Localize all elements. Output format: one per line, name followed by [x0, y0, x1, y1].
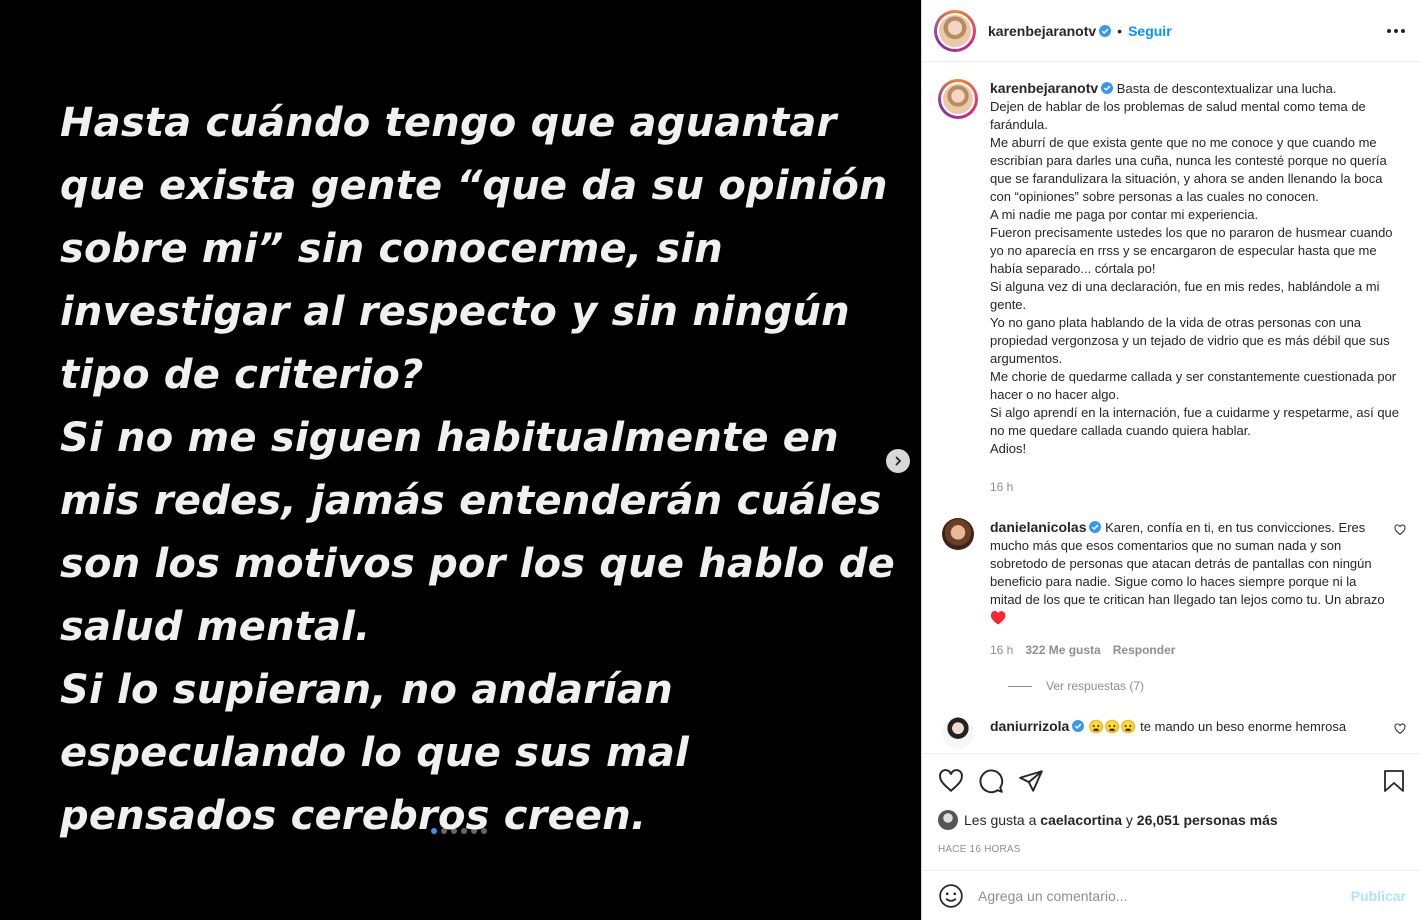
- comments-section[interactable]: karenbejaranotv Basta de descontextualiz…: [922, 63, 1421, 753]
- carousel-dot: [471, 828, 477, 834]
- post-sidebar: karenbejaranotv • Seguir karenbejaranotv…: [921, 0, 1421, 920]
- comment-icon[interactable]: [978, 768, 1004, 794]
- like-icon[interactable]: [938, 768, 964, 794]
- commenter-avatar[interactable]: [942, 518, 974, 550]
- avatar: [937, 12, 973, 49]
- comment-meta: 16 h 322 Me gusta Responder: [990, 641, 1386, 659]
- comment-likes[interactable]: 322 Me gusta: [1025, 641, 1100, 659]
- verified-badge-icon: [1099, 24, 1112, 37]
- comment-text: Karen, confía en ti, en tus convicciones…: [990, 520, 1385, 625]
- reply-button[interactable]: Responder: [1113, 641, 1176, 659]
- media-paragraph: Hasta cuándo tengo que aguantar que exis…: [60, 100, 888, 398]
- media-text: Hasta cuándo tengo que aguantar que exis…: [60, 92, 900, 848]
- caption-line: Me chorie de quedarme callada y ser cons…: [990, 369, 1397, 402]
- likes-connector: y: [1125, 812, 1133, 828]
- caption-line: Basta de descontextualizar una lucha.: [1116, 81, 1337, 96]
- follow-button[interactable]: Seguir: [1128, 23, 1172, 39]
- post-media: Hasta cuándo tengo que aguantar que exis…: [0, 0, 921, 920]
- separator-dot: •: [1117, 22, 1123, 39]
- header-user: karenbejaranotv • Seguir: [988, 23, 1172, 39]
- liker-username[interactable]: caelacortina: [1040, 812, 1122, 828]
- caption-line: Yo no gano plata hablando de la vida de …: [990, 315, 1390, 366]
- liker-avatar[interactable]: [938, 810, 958, 830]
- commenter-avatar[interactable]: [942, 717, 974, 749]
- comment-text: 😦😦😦 te mando un beso enorme hemrosa: [1087, 719, 1347, 734]
- caption-line: A mi nadie me paga por contar mi experie…: [990, 207, 1259, 222]
- comment-body: danielanicolas Karen, confía en ti, en t…: [990, 518, 1386, 659]
- publish-button[interactable]: Publicar: [1351, 888, 1406, 904]
- save-icon[interactable]: [1382, 768, 1406, 794]
- caption-line: Fueron precisamente ustedes los que no p…: [990, 225, 1393, 276]
- media-paragraph: Si no me siguen habitualmente en mis red…: [60, 415, 895, 650]
- view-replies-label: Ver respuestas (7): [1046, 679, 1145, 693]
- comment-like-icon[interactable]: [1394, 723, 1406, 735]
- chevron-right-icon: [895, 456, 902, 466]
- carousel-dot: [441, 828, 447, 834]
- emoji-icon[interactable]: [938, 883, 964, 909]
- likes-summary: Les gusta a caelacortina y 26,051 person…: [938, 810, 1406, 830]
- carousel-indicator: [431, 828, 487, 834]
- story-ring[interactable]: [934, 9, 976, 52]
- carousel-dot: [431, 828, 437, 834]
- verified-badge-icon: [1101, 82, 1114, 94]
- more-icon-dot: [1401, 28, 1405, 33]
- carousel-dot: [481, 828, 487, 834]
- replies-divider: [1008, 685, 1032, 687]
- caption: karenbejaranotv Basta de descontextualiz…: [938, 79, 1406, 496]
- comment-username[interactable]: daniurrizola: [990, 718, 1069, 734]
- story-ring[interactable]: [938, 79, 978, 119]
- verified-badge-icon: [1072, 720, 1085, 732]
- view-replies-button[interactable]: Ver respuestas (7): [1008, 679, 1406, 693]
- more-icon-dot: [1394, 28, 1398, 33]
- comment: danielanicolas Karen, confía en ti, en t…: [938, 518, 1406, 659]
- comment-body: daniurrizola 😦😦😦 te mando un beso enorme…: [990, 717, 1386, 736]
- avatar: [941, 82, 975, 116]
- verified-badge-icon: [1089, 521, 1102, 533]
- author-username[interactable]: karenbejaranotv: [988, 23, 1096, 39]
- comment-username[interactable]: danielanicolas: [990, 519, 1086, 535]
- post-actions: Les gusta a caelacortina y 26,051 person…: [922, 753, 1421, 855]
- carousel-dot: [451, 828, 457, 834]
- post-timestamp[interactable]: HACE 16 HORAS: [938, 844, 1406, 855]
- caption-line: Si alguna vez di una declaración, fue en…: [990, 279, 1380, 312]
- post-header: karenbejaranotv • Seguir: [922, 0, 1421, 62]
- carousel-next-button[interactable]: [886, 449, 910, 473]
- comment-time[interactable]: 16 h: [990, 641, 1013, 659]
- carousel-dot: [461, 828, 467, 834]
- action-icons: [938, 754, 1406, 808]
- comment-like-icon[interactable]: [1394, 524, 1406, 536]
- caption-line: Adios!: [990, 441, 1027, 456]
- caption-line: Dejen de hablar de los problemas de salu…: [990, 99, 1366, 132]
- likes-count[interactable]: 26,051 personas más: [1137, 812, 1278, 828]
- media-paragraph: Si lo supieran, no andarían especulando …: [60, 667, 689, 839]
- comment-input[interactable]: [978, 887, 1351, 904]
- caption-time[interactable]: 16 h: [990, 478, 1013, 496]
- more-icon: [1387, 28, 1391, 33]
- likes-prefix: Les gusta a: [964, 812, 1037, 828]
- caption-meta: 16 h: [990, 478, 1406, 496]
- more-options-button[interactable]: [1387, 28, 1405, 33]
- share-icon[interactable]: [1018, 768, 1044, 794]
- caption-body: karenbejaranotv Basta de descontextualiz…: [990, 79, 1406, 496]
- caption-username[interactable]: karenbejaranotv: [990, 80, 1098, 96]
- comment: daniurrizola 😦😦😦 te mando un beso enorme…: [938, 717, 1406, 749]
- caption-line: Si algo aprendí en la internación, fue a…: [990, 405, 1400, 438]
- caption-line: Me aburrí de que exista gente que no me …: [990, 135, 1387, 204]
- add-comment-bar: Publicar: [922, 870, 1421, 920]
